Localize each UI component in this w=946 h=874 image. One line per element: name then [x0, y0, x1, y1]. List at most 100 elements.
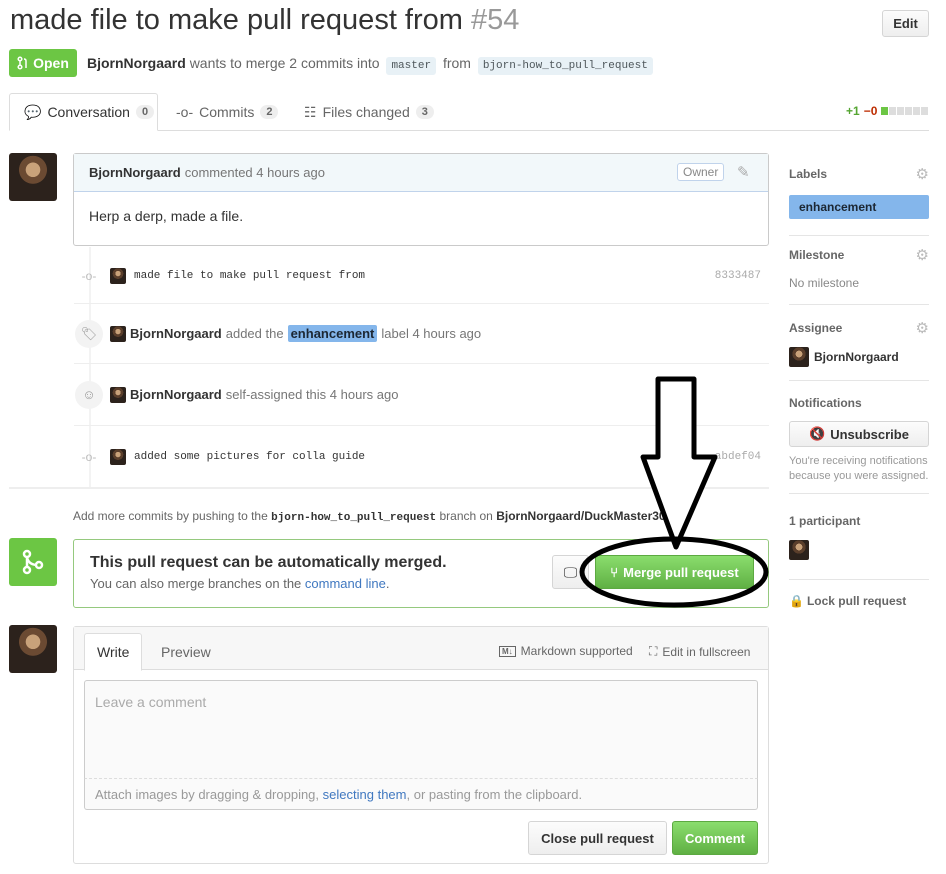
git-merge-small-icon: ⑂: [610, 564, 619, 580]
notification-note: You're receiving notifications because y…: [789, 455, 929, 482]
avatar[interactable]: [789, 540, 809, 560]
status-label: Open: [33, 55, 69, 71]
lock-label: Lock pull request: [806, 594, 907, 608]
timeline-commit: -o- made file to make pull request from …: [74, 248, 769, 304]
edit-fullscreen[interactable]: ⛶ Edit in fullscreen: [649, 644, 750, 659]
pr-title-text: made file to make pull request from: [10, 4, 463, 36]
from-text: from: [442, 55, 471, 71]
mute-icon: 🔇: [809, 426, 826, 441]
fullscreen-label: Edit in fullscreen: [662, 644, 751, 659]
labels-title: Labels: [789, 167, 828, 181]
pull-request-icon: [17, 56, 27, 70]
git-merge-icon: [22, 549, 44, 575]
command-line-link[interactable]: command line: [305, 576, 386, 591]
merge-pull-request-button[interactable]: ⑂ Merge pull request: [595, 555, 754, 589]
label-pill[interactable]: enhancement: [287, 325, 378, 342]
commit-dot-icon: -o-: [81, 450, 97, 464]
sidebar-labels: Labels ⚙ enhancement: [789, 165, 929, 236]
comment-box: BjornNorgaard commented 4 hours ago Owne…: [73, 153, 769, 246]
push-note-branch: bjorn-how_to_pull_request: [271, 512, 437, 524]
milestone-value: No milestone: [789, 276, 860, 290]
markdown-supported[interactable]: M↓ Markdown supported: [499, 644, 633, 658]
comment-action: commented 4 hours ago: [184, 165, 325, 180]
event-author[interactable]: BjornNorgaard: [130, 326, 222, 341]
push-note-pre: Add more commits by pushing to the: [73, 509, 268, 523]
commit-dot-icon: -o-: [81, 268, 97, 283]
fullscreen-icon: ⛶: [649, 644, 658, 658]
tag-icon: 🏷: [75, 319, 103, 348]
gear-icon[interactable]: ⚙: [916, 246, 929, 264]
commit-sha[interactable]: 8333487: [715, 270, 761, 282]
tab-conversation[interactable]: 💬 Conversation 0: [9, 93, 158, 131]
tab-commits-count: 2: [260, 105, 279, 119]
avatar[interactable]: [110, 449, 126, 465]
gear-icon[interactable]: ⚙: [916, 319, 929, 337]
comment-button[interactable]: Comment: [672, 821, 758, 855]
tab-preview[interactable]: Preview: [149, 633, 223, 671]
tab-files-count: 3: [415, 105, 434, 119]
comment-header: BjornNorgaard commented 4 hours ago Owne…: [74, 154, 768, 192]
milestone-title: Milestone: [789, 248, 845, 262]
merge-sub-post: .: [385, 576, 390, 591]
comment-body: Herp a derp, made a file.: [89, 208, 244, 224]
open-in-desktop-button[interactable]: 🖵: [552, 555, 589, 589]
sidebar-notifications: Notifications 🔇 Unsubscribe You're recei…: [789, 396, 929, 494]
pr-meta-text: wants to merge 2 commits into: [189, 55, 380, 71]
commit-sha[interactable]: abdef04: [715, 451, 761, 463]
sidebar-labels-header: Labels ⚙: [789, 165, 929, 183]
avatar[interactable]: [110, 267, 126, 284]
comment-author[interactable]: BjornNorgaard: [89, 165, 181, 180]
tab-files-changed[interactable]: ☷ Files changed 3: [290, 93, 448, 131]
assignee-name: BjornNorgaard: [814, 350, 899, 364]
markdown-icon: M↓: [499, 645, 516, 657]
commit-message[interactable]: added some pictures for colla guide: [134, 451, 365, 463]
merge-subtitle: You can also merge branches on the comma…: [90, 576, 389, 591]
event-text-post: label 4 hours ago: [381, 326, 482, 341]
timeline-assign-event: ☺ BjornNorgaard self-assigned this 4 hou…: [74, 364, 769, 426]
avatar[interactable]: [9, 625, 57, 673]
tab-write[interactable]: Write: [84, 633, 143, 671]
person-icon: ☺: [75, 380, 103, 409]
tab-conversation-label: Conversation: [47, 104, 130, 120]
sidebar-milestone: Milestone ⚙ No milestone: [789, 246, 929, 305]
avatar[interactable]: [9, 153, 57, 201]
edit-button[interactable]: Edit: [882, 10, 929, 37]
pr-author[interactable]: BjornNorgaard: [87, 55, 186, 71]
pencil-icon[interactable]: ✎: [737, 163, 750, 181]
sidebar-participants-header: 1 participant: [789, 514, 929, 528]
pr-meta: BjornNorgaard wants to merge 2 commits i…: [87, 55, 656, 75]
sidebar-notifications-header: Notifications: [789, 396, 929, 410]
comment-textarea[interactable]: Leave a comment: [84, 680, 758, 779]
push-note-mid: branch on: [439, 509, 493, 523]
merge-button-label: Merge pull request: [623, 564, 739, 580]
head-branch[interactable]: bjorn-how_to_pull_request: [477, 57, 653, 75]
timeline-label-event: 🏷 BjornNorgaard added the enhancement la…: [74, 304, 769, 364]
base-branch[interactable]: master: [386, 57, 437, 75]
attach-hint-post: , or pasting from the clipboard.: [406, 787, 583, 802]
unsubscribe-button[interactable]: 🔇 Unsubscribe: [789, 421, 929, 447]
avatar[interactable]: [110, 386, 126, 403]
assignee[interactable]: BjornNorgaard: [789, 347, 929, 367]
sidebar-assignee-header: Assignee ⚙: [789, 319, 929, 337]
event-text: self-assigned this 4 hours ago: [225, 387, 399, 402]
sidebar-label-pill[interactable]: enhancement: [789, 195, 929, 219]
attach-hint: Attach images by dragging & dropping, se…: [84, 779, 758, 810]
diffstat: +1 −0: [846, 104, 929, 118]
merge-box: This pull request can be automatically m…: [73, 539, 769, 608]
commit-message[interactable]: made file to make pull request from: [134, 270, 365, 282]
avatar[interactable]: [110, 325, 126, 342]
tab-commits[interactable]: -o- Commits 2: [162, 93, 292, 131]
unsubscribe-label: Unsubscribe: [830, 426, 909, 442]
lock-pull-request[interactable]: 🔒 Lock pull request: [789, 594, 906, 608]
timeline-commit: -o- added some pictures for colla guide …: [74, 426, 769, 488]
notifications-title: Notifications: [789, 396, 862, 410]
event-author[interactable]: BjornNorgaard: [130, 387, 222, 402]
push-note-repo[interactable]: BjornNorgaard/DuckMaster3000: [496, 509, 679, 523]
gear-icon[interactable]: ⚙: [916, 165, 929, 183]
select-files-link[interactable]: selecting them: [323, 787, 407, 802]
tab-conversation-count: 0: [135, 105, 155, 119]
close-pull-request-button[interactable]: Close pull request: [528, 821, 667, 855]
new-comment-form: Write Preview M↓ Markdown supported ⛶ Ed…: [73, 626, 769, 864]
participants-title: 1 participant: [789, 514, 861, 528]
sidebar-participants: 1 participant: [789, 514, 929, 580]
